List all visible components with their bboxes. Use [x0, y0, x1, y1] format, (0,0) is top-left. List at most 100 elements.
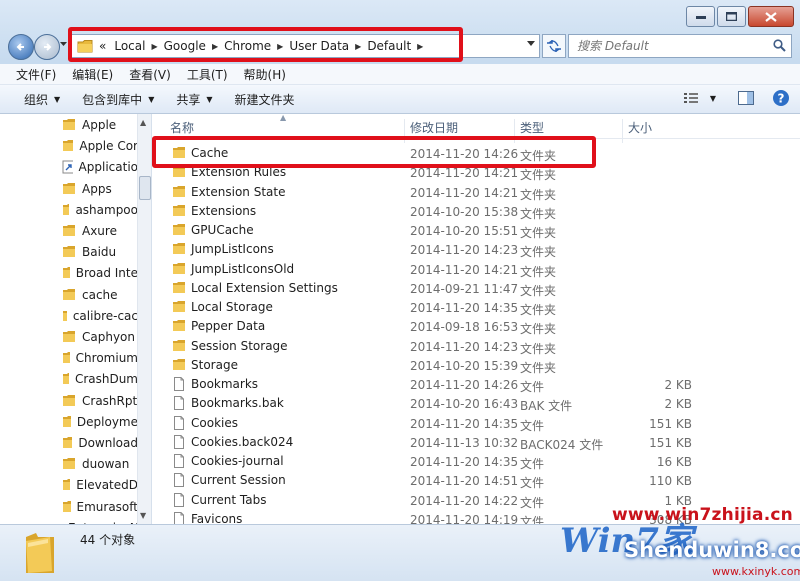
- nav-tree-item[interactable]: calibre-cac: [62, 306, 138, 326]
- menu-bar: 文件(F) 编辑(E) 查看(V) 工具(T) 帮助(H): [0, 64, 800, 85]
- close-button[interactable]: [748, 6, 794, 27]
- nav-tree-item[interactable]: CrashRpt: [62, 391, 138, 411]
- column-header-date[interactable]: 修改日期: [410, 119, 458, 136]
- forward-button[interactable]: [34, 34, 60, 60]
- file-icon: [174, 396, 184, 411]
- file-date: 2014-11-20 14:23: [410, 339, 519, 354]
- file-type: 文件夹: [520, 168, 557, 183]
- shortcut-icon: [62, 160, 73, 174]
- column-divider[interactable]: [622, 119, 623, 143]
- forward-arrow-icon: [44, 43, 52, 51]
- column-header-size[interactable]: 大小: [628, 119, 652, 136]
- view-controls: ▼ ?: [683, 89, 790, 107]
- file-icon: [174, 473, 184, 488]
- file-row[interactable]: Cookies.back024 2014-11-13 10:32 BACK024 文…: [152, 433, 792, 452]
- file-date: 2014-11-20 14:35: [410, 416, 519, 431]
- file-row[interactable]: Bookmarks 2014-11-20 14:26 文件 2 KB: [152, 375, 792, 394]
- preview-pane-icon[interactable]: [738, 91, 754, 105]
- share-button[interactable]: 共享 ▼: [176, 91, 212, 108]
- file-type: 文件夹: [520, 187, 557, 202]
- nav-tree-item[interactable]: Download: [62, 433, 138, 453]
- folder-icon: [63, 437, 73, 448]
- file-icon: [174, 511, 184, 524]
- file-size: 151 KB: [649, 435, 692, 450]
- nav-tree-item[interactable]: Apple Cor: [62, 136, 138, 156]
- file-type: BAK 文件: [520, 399, 573, 414]
- file-row[interactable]: Extensions 2014-10-20 15:38 文件夹: [152, 202, 792, 221]
- new-folder-button[interactable]: 新建文件夹: [235, 91, 295, 108]
- file-date: 2014-11-20 14:22: [410, 493, 519, 508]
- nav-tree-item[interactable]: Deployme: [62, 412, 138, 432]
- view-options-chevron-icon[interactable]: ▼: [710, 94, 716, 103]
- file-row[interactable]: Current Session 2014-11-20 14:51 文件 110 KB: [152, 471, 792, 490]
- file-name-cell: GPUCache: [172, 223, 254, 237]
- search-input[interactable]: [575, 38, 769, 54]
- nav-tree-item[interactable]: Emurasoft: [62, 497, 138, 517]
- file-row[interactable]: Local Extension Settings 2014-09-21 11:47…: [152, 279, 792, 298]
- view-options-icon[interactable]: [683, 92, 698, 104]
- file-date: 2014-11-20 14:26: [410, 378, 519, 392]
- nav-tree-item-label: Download: [78, 436, 138, 450]
- column-header-name[interactable]: 名称: [170, 119, 194, 136]
- menu-view[interactable]: 查看(V): [129, 66, 171, 83]
- nav-tree-item-label: duowan: [82, 457, 130, 472]
- file-row[interactable]: Storage 2014-10-20 15:39 文件夹: [152, 356, 792, 375]
- menu-tools[interactable]: 工具(T): [187, 66, 228, 83]
- organize-button[interactable]: 组织 ▼: [24, 91, 60, 108]
- file-type: 文件夹: [520, 264, 557, 279]
- nav-tree-item[interactable]: Baidu: [62, 242, 138, 262]
- nav-tree-item[interactable]: Chromium: [62, 348, 138, 368]
- file-row[interactable]: Local Storage 2014-11-20 14:35 文件夹: [152, 298, 792, 317]
- include-in-library-button[interactable]: 包含到库中 ▼: [82, 91, 154, 108]
- back-button[interactable]: [8, 34, 34, 60]
- file-type: 文件: [520, 457, 545, 471]
- nav-tree-item[interactable]: Caphyon: [62, 327, 138, 347]
- file-name-cell: Favicons: [172, 511, 242, 524]
- file-date: 2014-09-21 11:47: [410, 281, 519, 296]
- scrollbar-thumb[interactable]: [139, 176, 151, 200]
- file-type: BACK024 文件: [520, 437, 604, 452]
- file-row[interactable]: JumpListIconsOld 2014-11-20 14:21 文件夹: [152, 260, 792, 279]
- file-row[interactable]: JumpListIcons 2014-11-20 14:23 文件夹: [152, 240, 792, 259]
- file-name-cell: Local Storage: [172, 300, 273, 314]
- nav-tree-item[interactable]: cache: [62, 285, 138, 305]
- nav-tree-item[interactable]: Axure: [62, 221, 138, 241]
- navigation-scrollbar[interactable]: ▲ ▼: [137, 114, 151, 524]
- file-icon: [174, 434, 184, 449]
- scroll-up-icon[interactable]: ▲: [140, 118, 146, 127]
- scroll-down-icon[interactable]: ▼: [140, 511, 146, 520]
- folder-icon: [173, 281, 185, 293]
- nav-tree-item[interactable]: ashampoo: [62, 200, 138, 220]
- address-history-chevron-icon[interactable]: [527, 41, 535, 47]
- file-row[interactable]: Extension State 2014-11-20 14:21 文件夹: [152, 183, 792, 202]
- file-size: 110 KB: [649, 474, 692, 489]
- search-icon[interactable]: [773, 39, 786, 52]
- file-row[interactable]: Cookies 2014-11-20 14:35 文件 151 KB: [152, 414, 792, 433]
- menu-edit[interactable]: 编辑(E): [72, 66, 113, 83]
- nav-tree-item[interactable]: Applicatio: [62, 157, 138, 177]
- nav-tree-item[interactable]: Broad Inte: [62, 263, 138, 283]
- nav-tree-item[interactable]: Apps: [62, 179, 138, 199]
- menu-help[interactable]: 帮助(H): [244, 66, 286, 83]
- nav-tree-item[interactable]: Apple: [62, 115, 138, 135]
- menu-file[interactable]: 文件(F): [16, 66, 56, 83]
- file-row[interactable]: GPUCache 2014-10-20 15:51 文件夹: [152, 221, 792, 240]
- help-icon[interactable]: ?: [772, 89, 790, 107]
- refresh-button[interactable]: [542, 34, 566, 58]
- file-type: 文件夹: [520, 283, 557, 298]
- file-row[interactable]: Cookies-journal 2014-11-20 14:35 文件 16 KB: [152, 452, 792, 471]
- nav-tree-item[interactable]: CrashDum: [62, 369, 138, 389]
- file-date: 2014-11-20 14:19: [410, 512, 519, 524]
- nav-tree-item[interactable]: ElevatedD: [62, 475, 138, 495]
- file-name-cell: Cookies.back024: [172, 434, 293, 449]
- nav-tree-item[interactable]: duowan: [62, 454, 138, 474]
- column-header-type[interactable]: 类型: [520, 119, 544, 136]
- file-row[interactable]: Pepper Data 2014-09-18 16:53 文件夹: [152, 317, 792, 336]
- file-row[interactable]: Bookmarks.bak 2014-10-20 16:43 BAK 文件 2 KB: [152, 394, 792, 413]
- file-row[interactable]: Session Storage 2014-11-20 14:23 文件夹: [152, 337, 792, 356]
- explorer-window: « Local ▶ Google ▶ Chrome ▶ User Data ▶ …: [0, 0, 800, 581]
- minimize-button[interactable]: [686, 6, 715, 27]
- recent-pages-chevron-icon[interactable]: [60, 42, 67, 47]
- maximize-button[interactable]: [717, 6, 746, 27]
- file-type: 文件夹: [520, 206, 557, 221]
